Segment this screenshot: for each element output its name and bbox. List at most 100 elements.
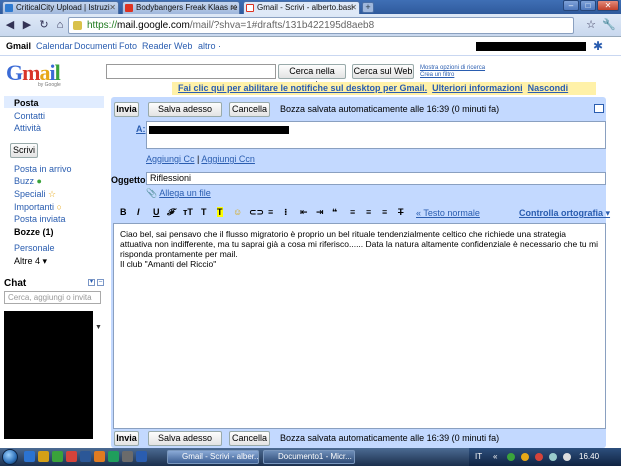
discard-button-bottom[interactable]: Cancella — [229, 431, 270, 446]
sidebar-more-labels[interactable]: Altre 4 ▾ — [14, 256, 47, 267]
bulleted-list-icon[interactable]: ⁝ — [284, 207, 287, 218]
wrench-icon[interactable]: 🔧 — [602, 18, 616, 32]
clock[interactable]: 16.40 — [579, 452, 599, 461]
chat-minimize-icon[interactable]: – — [97, 279, 104, 286]
send-button-bottom[interactable]: Invia — [114, 431, 139, 446]
attach-file-link[interactable]: Allega un file — [159, 188, 211, 198]
nav-attivita[interactable]: Attività — [14, 123, 41, 133]
more-info-link[interactable]: Ulteriori informazioni — [432, 83, 523, 93]
sidebar-item-buzz[interactable]: Buzz ● — [14, 176, 42, 186]
close-tab-icon[interactable]: ✕ — [350, 2, 357, 13]
gbar-gmail[interactable]: Gmail — [6, 41, 31, 51]
subject-field[interactable]: Riflessioni — [146, 172, 606, 185]
align-center-icon[interactable]: ≡ — [366, 207, 371, 217]
bold-icon[interactable]: B — [120, 207, 127, 217]
firefox-icon[interactable] — [94, 451, 105, 462]
indent-more-icon[interactable]: ⇥ — [316, 207, 324, 218]
nav-posta[interactable]: Posta — [14, 98, 39, 108]
add-bcc-link[interactable]: Aggiungi Ccn — [201, 154, 255, 164]
quote-icon[interactable]: ❝ — [332, 207, 337, 218]
compose-button[interactable]: Scrivi — [10, 143, 38, 158]
gbar-documenti[interactable]: Documenti — [74, 41, 117, 51]
ie-icon[interactable] — [24, 451, 35, 462]
start-button[interactable] — [2, 449, 18, 465]
sidebar-item-drafts[interactable]: Bozze (1) — [14, 227, 54, 237]
underline-icon[interactable]: U — [153, 207, 160, 217]
gbar-web[interactable]: Web — [174, 41, 192, 51]
forward-icon[interactable]: ▶ — [20, 18, 34, 32]
tray-app-icon[interactable] — [521, 453, 529, 461]
app-icon[interactable] — [108, 451, 119, 462]
browser-tab-criticalcity[interactable]: CriticalCity Upload | Istruzi ✕ — [2, 1, 119, 14]
explorer-icon[interactable] — [38, 451, 49, 462]
popout-compose-icon[interactable] — [594, 104, 604, 113]
browser-tab-youtube[interactable]: Bodybangers Freak Klaas re ✕ — [122, 1, 240, 14]
close-tab-icon[interactable]: ✕ — [230, 2, 237, 13]
search-mail-button[interactable]: Cerca nella posta — [278, 64, 346, 89]
link-icon[interactable]: ⊂⊃ — [249, 207, 264, 218]
align-right-icon[interactable]: ≡ — [382, 207, 387, 217]
app-icon[interactable] — [122, 451, 133, 462]
text-color-icon[interactable]: T — [201, 207, 207, 217]
align-left-icon[interactable]: ≡ — [350, 207, 355, 217]
taskbar-word[interactable]: Documento1 - Micr... — [263, 450, 355, 464]
sidebar-item-personale[interactable]: Personale — [14, 243, 55, 253]
highlight-color-icon[interactable]: T — [217, 207, 223, 217]
browser-tab-gmail[interactable]: Gmail - Scrivi - alberto.basi ✕ — [243, 1, 360, 14]
save-draft-button-bottom[interactable]: Salva adesso — [148, 431, 222, 446]
bookmark-star-icon[interactable]: ☆ — [584, 18, 598, 32]
taskbar-gmail[interactable]: Gmail - Scrivi - alber... — [167, 450, 259, 464]
nav-contatti[interactable]: Contatti — [14, 111, 45, 121]
advanced-search-link[interactable]: Mostra opzioni di ricerca — [420, 65, 485, 71]
word-icon[interactable] — [80, 451, 91, 462]
gbar-reader[interactable]: Reader — [142, 41, 172, 51]
gbar-altro[interactable]: altro · — [198, 41, 221, 51]
sidebar-item-sent[interactable]: Posta inviata — [14, 214, 66, 224]
chat-search-input[interactable]: Cerca, aggiungi o invita — [4, 291, 101, 304]
remove-formatting-icon[interactable]: T — [398, 207, 404, 217]
network-icon[interactable] — [549, 453, 557, 461]
back-icon[interactable]: ◀ — [3, 18, 17, 32]
message-body[interactable]: Ciao bel, sai pensavo che il flusso migr… — [113, 223, 606, 429]
gbar-foto[interactable]: Foto — [119, 41, 137, 51]
italic-icon[interactable]: I — [137, 207, 140, 217]
plain-text-link[interactable]: « Testo normale — [416, 208, 480, 218]
gbar-calendar[interactable]: Calendar — [36, 41, 73, 51]
media-icon[interactable] — [52, 451, 63, 462]
indent-less-icon[interactable]: ⇤ — [300, 207, 308, 218]
close-window-icon[interactable]: ✕ — [597, 0, 619, 11]
spellcheck-link[interactable]: Controlla ortografia ▾ — [519, 208, 610, 219]
volume-icon[interactable] — [563, 453, 571, 461]
to-label[interactable]: A: — [136, 124, 146, 134]
add-cc-link[interactable]: Aggiungi Cc — [146, 154, 195, 164]
maximize-icon[interactable]: □ — [580, 0, 596, 11]
tray-app-icon[interactable] — [535, 453, 543, 461]
send-button[interactable]: Invia — [114, 102, 139, 117]
chat-options-icon[interactable]: ▾ — [88, 279, 95, 286]
search-web-button[interactable]: Cerca sul Web — [352, 64, 414, 79]
enable-notifications-link[interactable]: Fai clic qui per abilitare le notifiche … — [178, 83, 427, 93]
to-field[interactable] — [146, 121, 606, 149]
emoticon-icon[interactable]: ☺ — [233, 207, 242, 217]
app-icon[interactable] — [136, 451, 147, 462]
font-size-icon[interactable]: тT — [183, 207, 193, 217]
settings-gear-icon[interactable]: ✱ — [593, 39, 603, 53]
chat-scroll-arrow-icon[interactable]: ▼ — [95, 324, 102, 331]
address-bar[interactable]: https://mail.google.com/mail/?shva=1#dra… — [68, 17, 574, 34]
save-draft-button[interactable]: Salva adesso — [148, 102, 222, 117]
language-indicator[interactable]: IT — [475, 452, 482, 461]
home-icon[interactable]: ⌂ — [53, 18, 67, 32]
create-filter-link[interactable]: Crea un filtro — [420, 72, 454, 78]
sidebar-item-important[interactable]: Importanti ○ — [14, 202, 62, 212]
discard-button[interactable]: Cancella — [229, 102, 270, 117]
tray-chevron-icon[interactable]: « — [493, 452, 497, 461]
search-input[interactable] — [106, 64, 276, 79]
hide-banner-link[interactable]: Nascondi — [528, 83, 569, 93]
font-icon[interactable]: 𝓕 — [167, 207, 174, 218]
tray-app-icon[interactable] — [507, 453, 515, 461]
reload-icon[interactable]: ↻ — [37, 18, 51, 32]
new-tab-button[interactable]: + — [362, 2, 374, 13]
sidebar-item-starred[interactable]: Speciali ☆ — [14, 189, 56, 200]
chrome-icon[interactable] — [66, 451, 77, 462]
sidebar-item-inbox[interactable]: Posta in arrivo — [14, 164, 72, 174]
